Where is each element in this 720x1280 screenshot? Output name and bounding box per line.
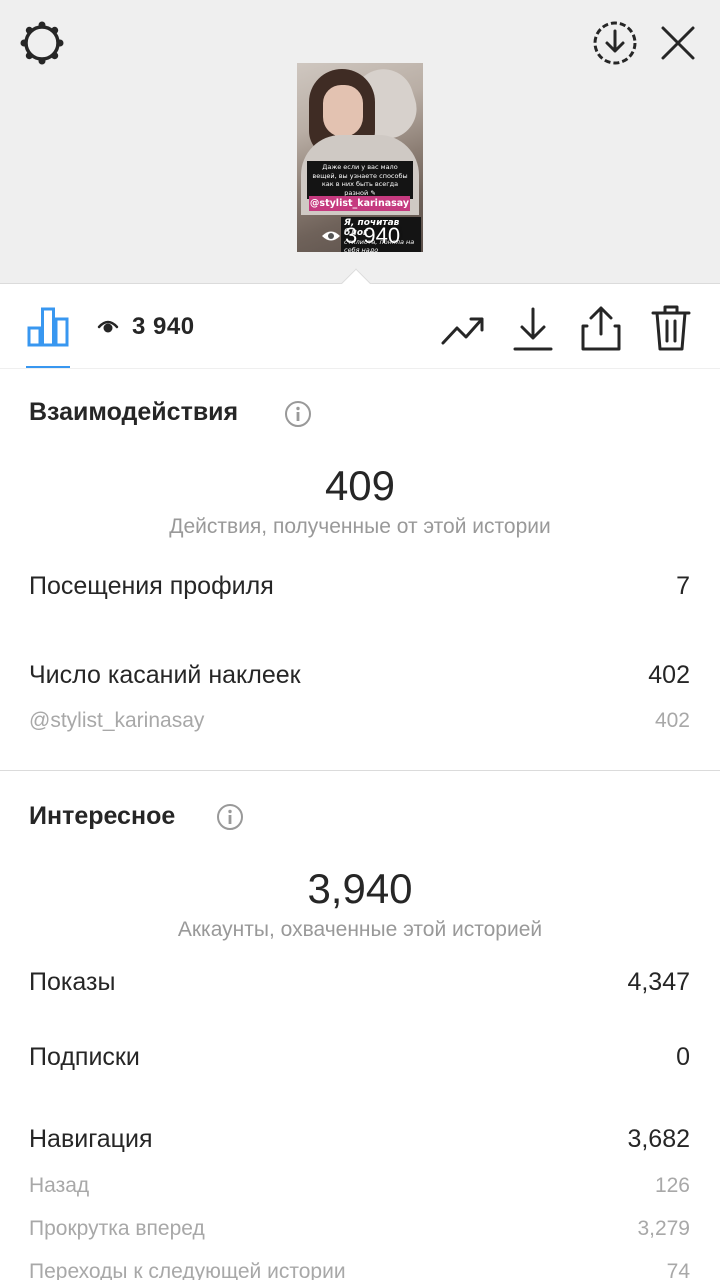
next-story-value: 74 xyxy=(666,1260,690,1280)
profile-visits-value: 7 xyxy=(676,572,690,600)
reach-caption: Аккаунты, охваченные этой историей xyxy=(177,918,543,941)
sticker-name: @stylist_karinasay xyxy=(29,709,205,732)
reach-total: 3,940 xyxy=(307,865,413,912)
share-icon[interactable] xyxy=(578,304,624,352)
interactions-title: Взаимодействия xyxy=(29,398,239,426)
section-divider xyxy=(0,770,720,771)
download-circle-icon[interactable] xyxy=(590,18,640,68)
sticker-taps-value: 402 xyxy=(648,661,690,689)
close-icon[interactable] xyxy=(655,20,701,66)
insights-bar-icon[interactable] xyxy=(26,304,70,348)
forward-value: 3,279 xyxy=(637,1217,690,1240)
sticker-taps-label: Число касаний наклеек xyxy=(29,661,301,689)
info-icon[interactable] xyxy=(284,400,312,428)
interactions-total: 409 xyxy=(324,462,396,509)
impressions-label: Показы xyxy=(29,968,116,996)
discovery-title: Интересное xyxy=(29,802,176,830)
story-thumbnail[interactable]: Даже если у вас мало вещей, вы узнаете с… xyxy=(297,63,423,252)
views-overlay-count: 3 940 xyxy=(345,223,401,248)
follows-label: Подписки xyxy=(29,1043,140,1071)
next-story-label: Переходы к следующей истории xyxy=(29,1260,346,1280)
impressions-value: 4,347 xyxy=(627,968,690,996)
story-toolbar: 3 940 xyxy=(0,284,720,369)
info-icon[interactable] xyxy=(216,803,244,831)
profile-visits-label: Посещения профиля xyxy=(29,572,274,600)
settings-icon[interactable] xyxy=(18,19,66,67)
views-overlay: 3 940 xyxy=(321,223,400,249)
download-icon[interactable] xyxy=(512,306,554,352)
story-preview-area: Даже если у вас мало вещей, вы узнаете с… xyxy=(0,0,720,284)
forward-label: Прокрутка вперед xyxy=(29,1217,205,1240)
eye-icon xyxy=(97,320,119,333)
mention-sticker: @stylist_karinasay xyxy=(309,196,410,211)
active-tab-indicator xyxy=(26,366,70,368)
trending-icon[interactable] xyxy=(440,309,486,349)
view-count: 3 940 xyxy=(132,313,195,340)
back-value: 126 xyxy=(654,1174,690,1197)
sticker-name-value: 402 xyxy=(654,709,690,732)
interactions-caption: Действия, полученные от этой истории xyxy=(169,515,551,538)
navigation-label: Навигация xyxy=(29,1125,153,1153)
eye-icon xyxy=(322,231,340,241)
back-label: Назад xyxy=(29,1174,90,1197)
photo-face xyxy=(323,85,363,137)
story-caption: Даже если у вас мало вещей, вы узнаете с… xyxy=(307,161,413,199)
trash-icon[interactable] xyxy=(650,304,692,352)
follows-value: 0 xyxy=(676,1043,690,1071)
navigation-value: 3,682 xyxy=(627,1125,690,1153)
